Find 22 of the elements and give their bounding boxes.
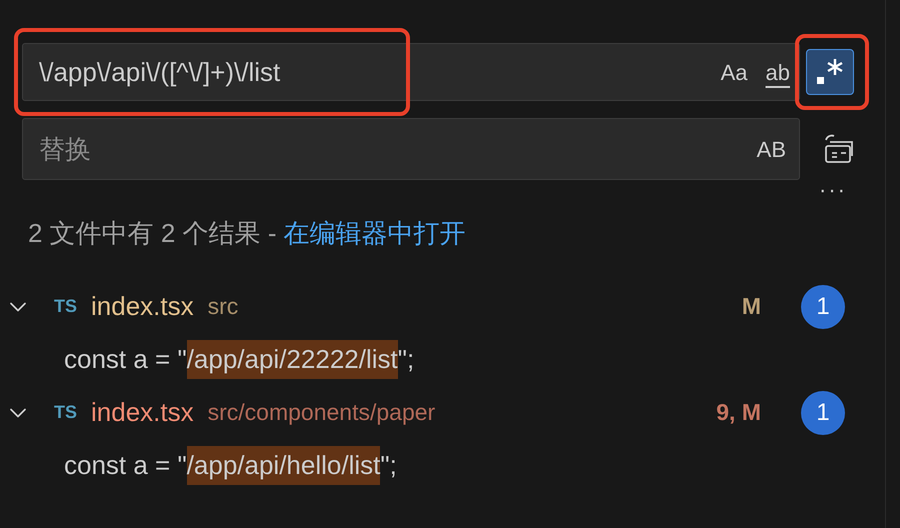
match-count-badge: 1 <box>801 390 845 434</box>
typescript-label: TS <box>54 295 78 318</box>
typescript-label: TS <box>54 401 78 424</box>
git-status: 9, M <box>716 398 761 428</box>
more-actions[interactable]: ··· <box>819 180 847 200</box>
file-path: src <box>208 292 238 322</box>
file-name[interactable]: index.tsx <box>91 287 194 326</box>
search-field[interactable]: \/app\/api\/([^\/]+)\/list Aa ab <box>22 43 800 101</box>
whole-word-toggle[interactable]: ab <box>760 52 795 92</box>
git-status: M <box>742 292 761 322</box>
regex-toggle[interactable] <box>806 49 854 95</box>
preserve-case-toggle[interactable]: AB <box>752 129 791 169</box>
replace-all-icon[interactable] <box>822 132 856 166</box>
file-name[interactable]: index.tsx <box>91 393 194 432</box>
match-line[interactable]: const a = "/app/api/hello/list"; <box>64 439 397 492</box>
match-case-toggle[interactable]: Aa <box>716 52 753 92</box>
replace-field[interactable]: 替换 AB <box>22 118 800 180</box>
match-count-badge: 1 <box>801 284 845 328</box>
open-in-editor-link[interactable]: 在编辑器中打开 <box>284 214 466 253</box>
results-summary: 2 文件中有 2 个结果 - <box>28 217 278 250</box>
file-path: src/components/paper <box>208 398 436 428</box>
match-line[interactable]: const a = "/app/api/22222/list"; <box>64 333 414 386</box>
